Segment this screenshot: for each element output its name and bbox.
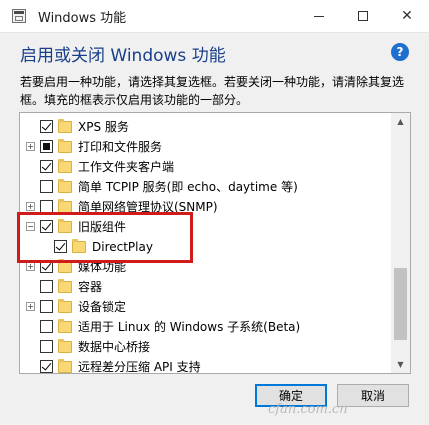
- help-icon[interactable]: ?: [391, 43, 409, 61]
- minimize-icon: [314, 15, 324, 17]
- feature-checkbox[interactable]: [40, 340, 53, 353]
- folder-icon: [58, 339, 72, 353]
- page-title: 启用或关闭 Windows 功能: [20, 46, 226, 66]
- watermark: cfan.com.cn: [268, 402, 348, 417]
- highlight-box: [17, 212, 193, 263]
- feature-row[interactable]: 数据中心桥接: [20, 337, 394, 357]
- feature-label: 简单 TCPIP 服务(即 echo、daytime 等): [78, 180, 298, 194]
- folder-icon: [58, 119, 72, 133]
- feature-label: XPS 服务: [78, 120, 129, 134]
- feature-label: 工作文件夹客户端: [78, 160, 175, 174]
- expand-icon[interactable]: +: [26, 142, 35, 151]
- feature-row[interactable]: 容器: [20, 277, 394, 297]
- folder-icon: [58, 159, 72, 173]
- feature-label: 适用于 Linux 的 Windows 子系统(Beta): [78, 320, 301, 334]
- expand-icon[interactable]: +: [26, 262, 35, 271]
- feature-label: 容器: [78, 280, 103, 294]
- feature-checkbox[interactable]: [40, 300, 53, 313]
- feature-row[interactable]: + 打印和文件服务: [20, 137, 394, 157]
- feature-row[interactable]: 简单 TCPIP 服务(即 echo、daytime 等): [20, 177, 394, 197]
- feature-checkbox[interactable]: [40, 320, 53, 333]
- folder-icon: [58, 139, 72, 153]
- feature-label: 数据中心桥接: [78, 340, 151, 354]
- minimize-button[interactable]: [297, 0, 341, 32]
- close-button[interactable]: ✕: [385, 0, 429, 32]
- scrollbar[interactable]: ▲ ▼: [391, 113, 410, 373]
- expand-icon[interactable]: +: [26, 202, 35, 211]
- folder-icon: [58, 179, 72, 193]
- scroll-up-icon[interactable]: ▲: [391, 113, 410, 130]
- feature-row[interactable]: XPS 服务: [20, 117, 394, 137]
- feature-row[interactable]: 远程差分压缩 API 支持: [20, 357, 394, 374]
- title-bar: Windows 功能 ✕: [0, 0, 429, 33]
- scroll-thumb[interactable]: [394, 268, 407, 340]
- feature-label: 远程差分压缩 API 支持: [78, 360, 201, 374]
- folder-icon: [58, 299, 72, 313]
- folder-icon: [58, 359, 72, 373]
- folder-icon: [58, 279, 72, 293]
- maximize-icon: [358, 11, 368, 21]
- feature-checkbox[interactable]: [40, 160, 53, 173]
- description-text: 若要启用一种功能，请选择其复选框。若要关闭一种功能，请清除其复选框。填充的框表示…: [20, 75, 405, 107]
- feature-label: 打印和文件服务: [78, 140, 163, 154]
- feature-row[interactable]: 工作文件夹客户端: [20, 157, 394, 177]
- window-features-icon: [12, 9, 26, 23]
- scroll-down-icon[interactable]: ▼: [391, 356, 410, 373]
- feature-checkbox[interactable]: [40, 180, 53, 193]
- feature-row[interactable]: + 设备锁定: [20, 297, 394, 317]
- feature-checkbox[interactable]: [40, 140, 53, 153]
- expand-icon[interactable]: +: [26, 302, 35, 311]
- feature-checkbox[interactable]: [40, 280, 53, 293]
- folder-icon: [58, 319, 72, 333]
- feature-checkbox[interactable]: [40, 120, 53, 133]
- window-title: Windows 功能: [38, 11, 127, 26]
- feature-label: 设备锁定: [78, 300, 127, 314]
- cancel-button[interactable]: 取消: [337, 384, 409, 407]
- feature-checkbox[interactable]: [40, 360, 53, 373]
- feature-row[interactable]: 适用于 Linux 的 Windows 子系统(Beta): [20, 317, 394, 337]
- maximize-button[interactable]: [341, 0, 385, 32]
